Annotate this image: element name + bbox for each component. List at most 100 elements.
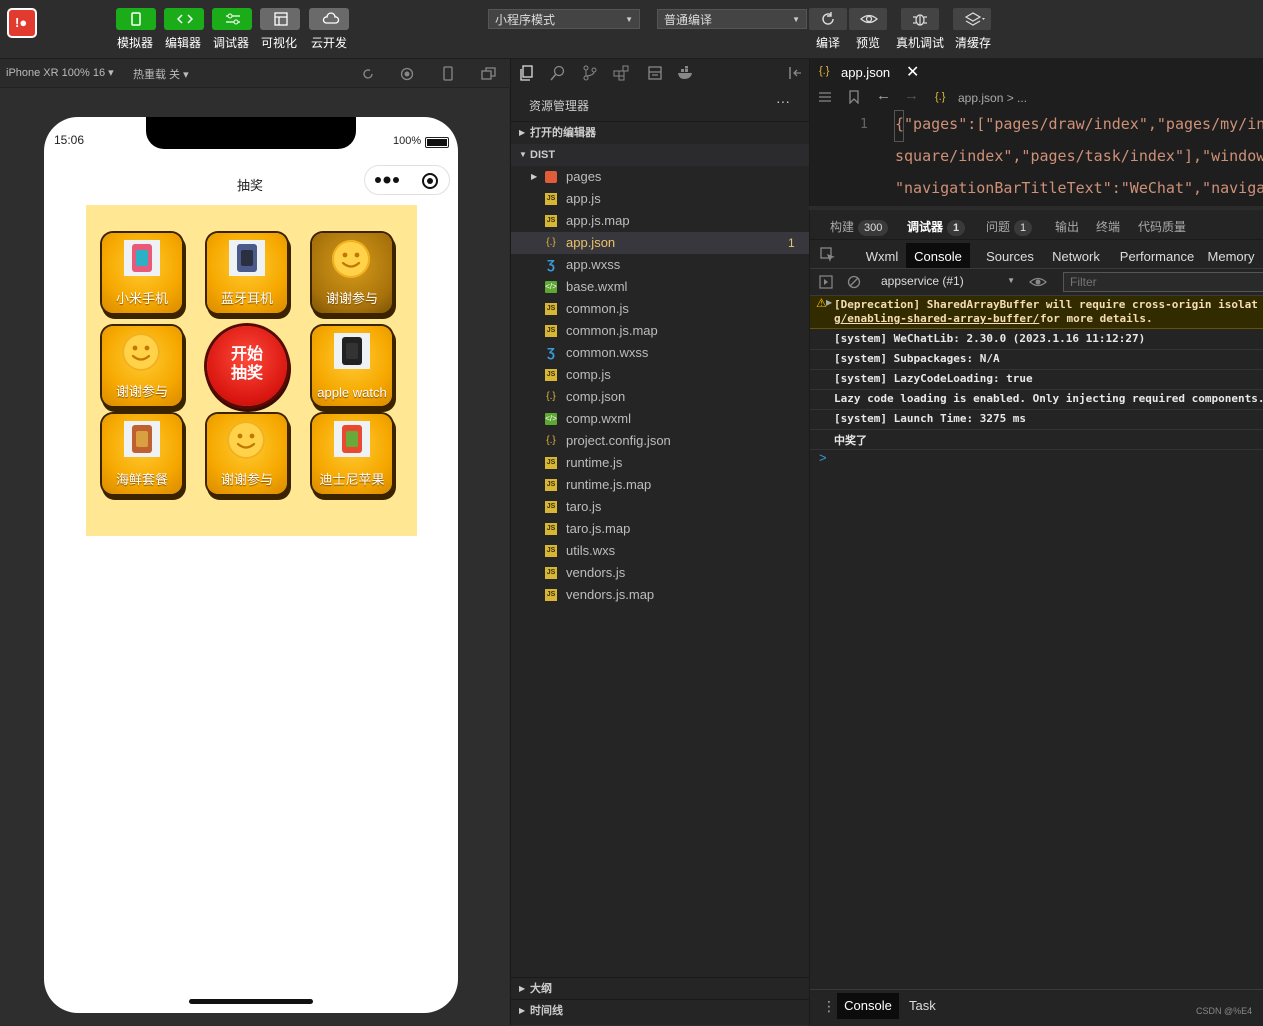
close-tab-icon[interactable]: ✕	[906, 62, 919, 82]
mode-select[interactable]: 小程序模式 ▼	[488, 9, 640, 29]
file-item[interactable]: JS comp.js	[511, 364, 809, 386]
debugger-tab-label: 构建	[830, 220, 855, 234]
breadcrumb[interactable]: app.json > ...	[958, 91, 1027, 105]
open-editors-section[interactable]: ▶ 打开的编辑器	[511, 121, 809, 144]
list-icon[interactable]	[818, 91, 832, 103]
watermark: CSDN @%E4	[1196, 1006, 1253, 1016]
warning-link[interactable]: g/enabling-shared-array-buffer/	[834, 312, 1039, 325]
forward-arrow-icon[interactable]: →	[904, 87, 919, 104]
device-select[interactable]: iPhone XR 100% 16 ▾	[6, 66, 114, 79]
timeline-section[interactable]: ▶ 时间线	[511, 999, 809, 1022]
compile-select[interactable]: 普通编译 ▼	[657, 9, 807, 29]
file-item[interactable]: JS app.js	[511, 188, 809, 210]
context-select[interactable]: appservice (#1) ▼	[876, 271, 1015, 291]
debugger-tab[interactable]: 问题 1	[986, 218, 1033, 236]
file-item[interactable]: {.} app.json 1	[511, 232, 809, 254]
file-item[interactable]: </> base.wxml	[511, 276, 809, 298]
clear-cache-button[interactable]	[953, 8, 991, 30]
capsule-menu[interactable]	[364, 165, 450, 195]
js-file-icon: JS	[545, 589, 557, 601]
preview-button[interactable]	[849, 8, 887, 30]
code-line[interactable]: {"pages":["pages/draw/index","pages/my/i…	[895, 115, 1263, 133]
file-item[interactable]: {.} comp.json	[511, 386, 809, 408]
dist-section[interactable]: ▼ DIST	[511, 144, 809, 166]
bookmark-icon[interactable]	[848, 90, 860, 104]
debugger-toggle-button[interactable]	[212, 8, 252, 30]
debugger-tab[interactable]: 终端	[1096, 218, 1120, 235]
folder-item[interactable]: ▶ pages	[511, 166, 809, 188]
visualize-toggle-button[interactable]	[260, 8, 300, 30]
file-name: comp.json	[566, 389, 626, 404]
stop-icon[interactable]	[400, 67, 414, 81]
layers-icon	[964, 12, 985, 26]
file-item[interactable]: JS taro.js.map	[511, 518, 809, 540]
debugger-tab[interactable]: 代码质量	[1138, 218, 1186, 235]
drawer-tab-task[interactable]: Task	[909, 993, 936, 1019]
search-icon[interactable]	[550, 65, 566, 81]
real-device-debug-button[interactable]	[901, 8, 939, 30]
panel-tab-performance[interactable]: Performance	[1116, 243, 1198, 271]
debugger-tab[interactable]: 构建 300	[830, 218, 889, 236]
debugger-tab[interactable]: 输出	[1055, 218, 1079, 235]
editor-toggle-button[interactable]	[164, 8, 204, 30]
file-item[interactable]: JS vendors.js	[511, 562, 809, 584]
extensions-icon[interactable]	[613, 65, 629, 81]
file-item[interactable]: Ʒapp.wxss	[511, 254, 809, 276]
drawer-tabs: ⋮ Console Task CSDN @%E4	[810, 989, 1263, 1026]
panel-tab-network[interactable]: Network	[1047, 243, 1105, 271]
file-item[interactable]: JS taro.js	[511, 496, 809, 518]
panel-tab-sources[interactable]: Sources	[982, 243, 1038, 271]
files-icon[interactable]	[519, 65, 535, 81]
debugger-tab[interactable]: 调试器 1	[907, 218, 966, 236]
file-item[interactable]: JS runtime.js.map	[511, 474, 809, 496]
inspect-icon[interactable]	[820, 247, 836, 263]
panel-tab-console[interactable]: Console	[906, 243, 970, 271]
simulator-toggle-button[interactable]	[116, 8, 156, 30]
drawer-menu-icon[interactable]: ⋮	[822, 998, 836, 1015]
code-line[interactable]: square/index","pages/task/index"],"windo…	[895, 147, 1263, 165]
file-item[interactable]: JS vendors.js.map	[511, 584, 809, 606]
file-item[interactable]: {.} project.config.json	[511, 430, 809, 452]
collapse-panel-icon[interactable]	[787, 66, 803, 80]
reload-icon[interactable]	[361, 67, 375, 81]
editor-tab[interactable]: {.} app.json ✕	[810, 59, 930, 89]
console-filter-input[interactable]	[1063, 272, 1263, 292]
storage-icon[interactable]	[647, 65, 663, 81]
phone-outline-icon[interactable]	[442, 66, 454, 82]
file-item[interactable]: JS utils.wxs	[511, 540, 809, 562]
warning-tail: for more details.	[1040, 312, 1153, 325]
chevron-right-icon[interactable]: ▶	[826, 298, 832, 307]
detach-window-icon[interactable]	[481, 67, 497, 81]
simulator-label: 模拟器	[117, 36, 154, 50]
prize-label: 小米手机	[115, 291, 168, 306]
file-item[interactable]: JS common.js	[511, 298, 809, 320]
eye-icon[interactable]	[1029, 275, 1047, 289]
battery-icon	[425, 137, 449, 148]
file-item[interactable]: JS app.js.map	[511, 210, 809, 232]
more-actions-icon[interactable]: ···	[776, 93, 790, 109]
drawer-tab-console[interactable]: Console	[837, 993, 899, 1019]
more-icon[interactable]	[374, 176, 400, 184]
docker-icon[interactable]	[677, 66, 695, 80]
console-prompt[interactable]: >	[819, 450, 827, 465]
panel-tab-memory[interactable]: Memory	[1206, 243, 1256, 271]
prize-label: 海鲜套餐	[115, 472, 168, 487]
git-branch-icon[interactable]	[582, 65, 598, 81]
code-line[interactable]: "navigationBarTitleText":"WeChat","navig…	[895, 179, 1263, 197]
hot-reload-select[interactable]: 热重载 关 ▾	[133, 66, 189, 82]
sidebar-toggle-icon[interactable]	[819, 275, 833, 289]
close-miniprogram-icon[interactable]	[421, 172, 439, 190]
panel-tab-wxml[interactable]: Wxml	[862, 243, 902, 271]
prize-cell: 迪士尼苹果	[312, 414, 392, 494]
wxml-file-icon: </>	[545, 281, 557, 293]
file-item[interactable]: JS runtime.js	[511, 452, 809, 474]
start-draw-button[interactable]: 开始 抽奖	[207, 326, 287, 406]
compile-button[interactable]	[809, 8, 847, 30]
file-item[interactable]: Ʒcommon.wxss	[511, 342, 809, 364]
clear-console-icon[interactable]	[847, 275, 861, 289]
cloud-dev-button[interactable]	[309, 8, 349, 30]
file-item[interactable]: JS common.js.map	[511, 320, 809, 342]
outline-section[interactable]: ▶ 大纲	[511, 977, 809, 1000]
back-arrow-icon[interactable]: ←	[876, 87, 891, 104]
file-item[interactable]: </> comp.wxml	[511, 408, 809, 430]
